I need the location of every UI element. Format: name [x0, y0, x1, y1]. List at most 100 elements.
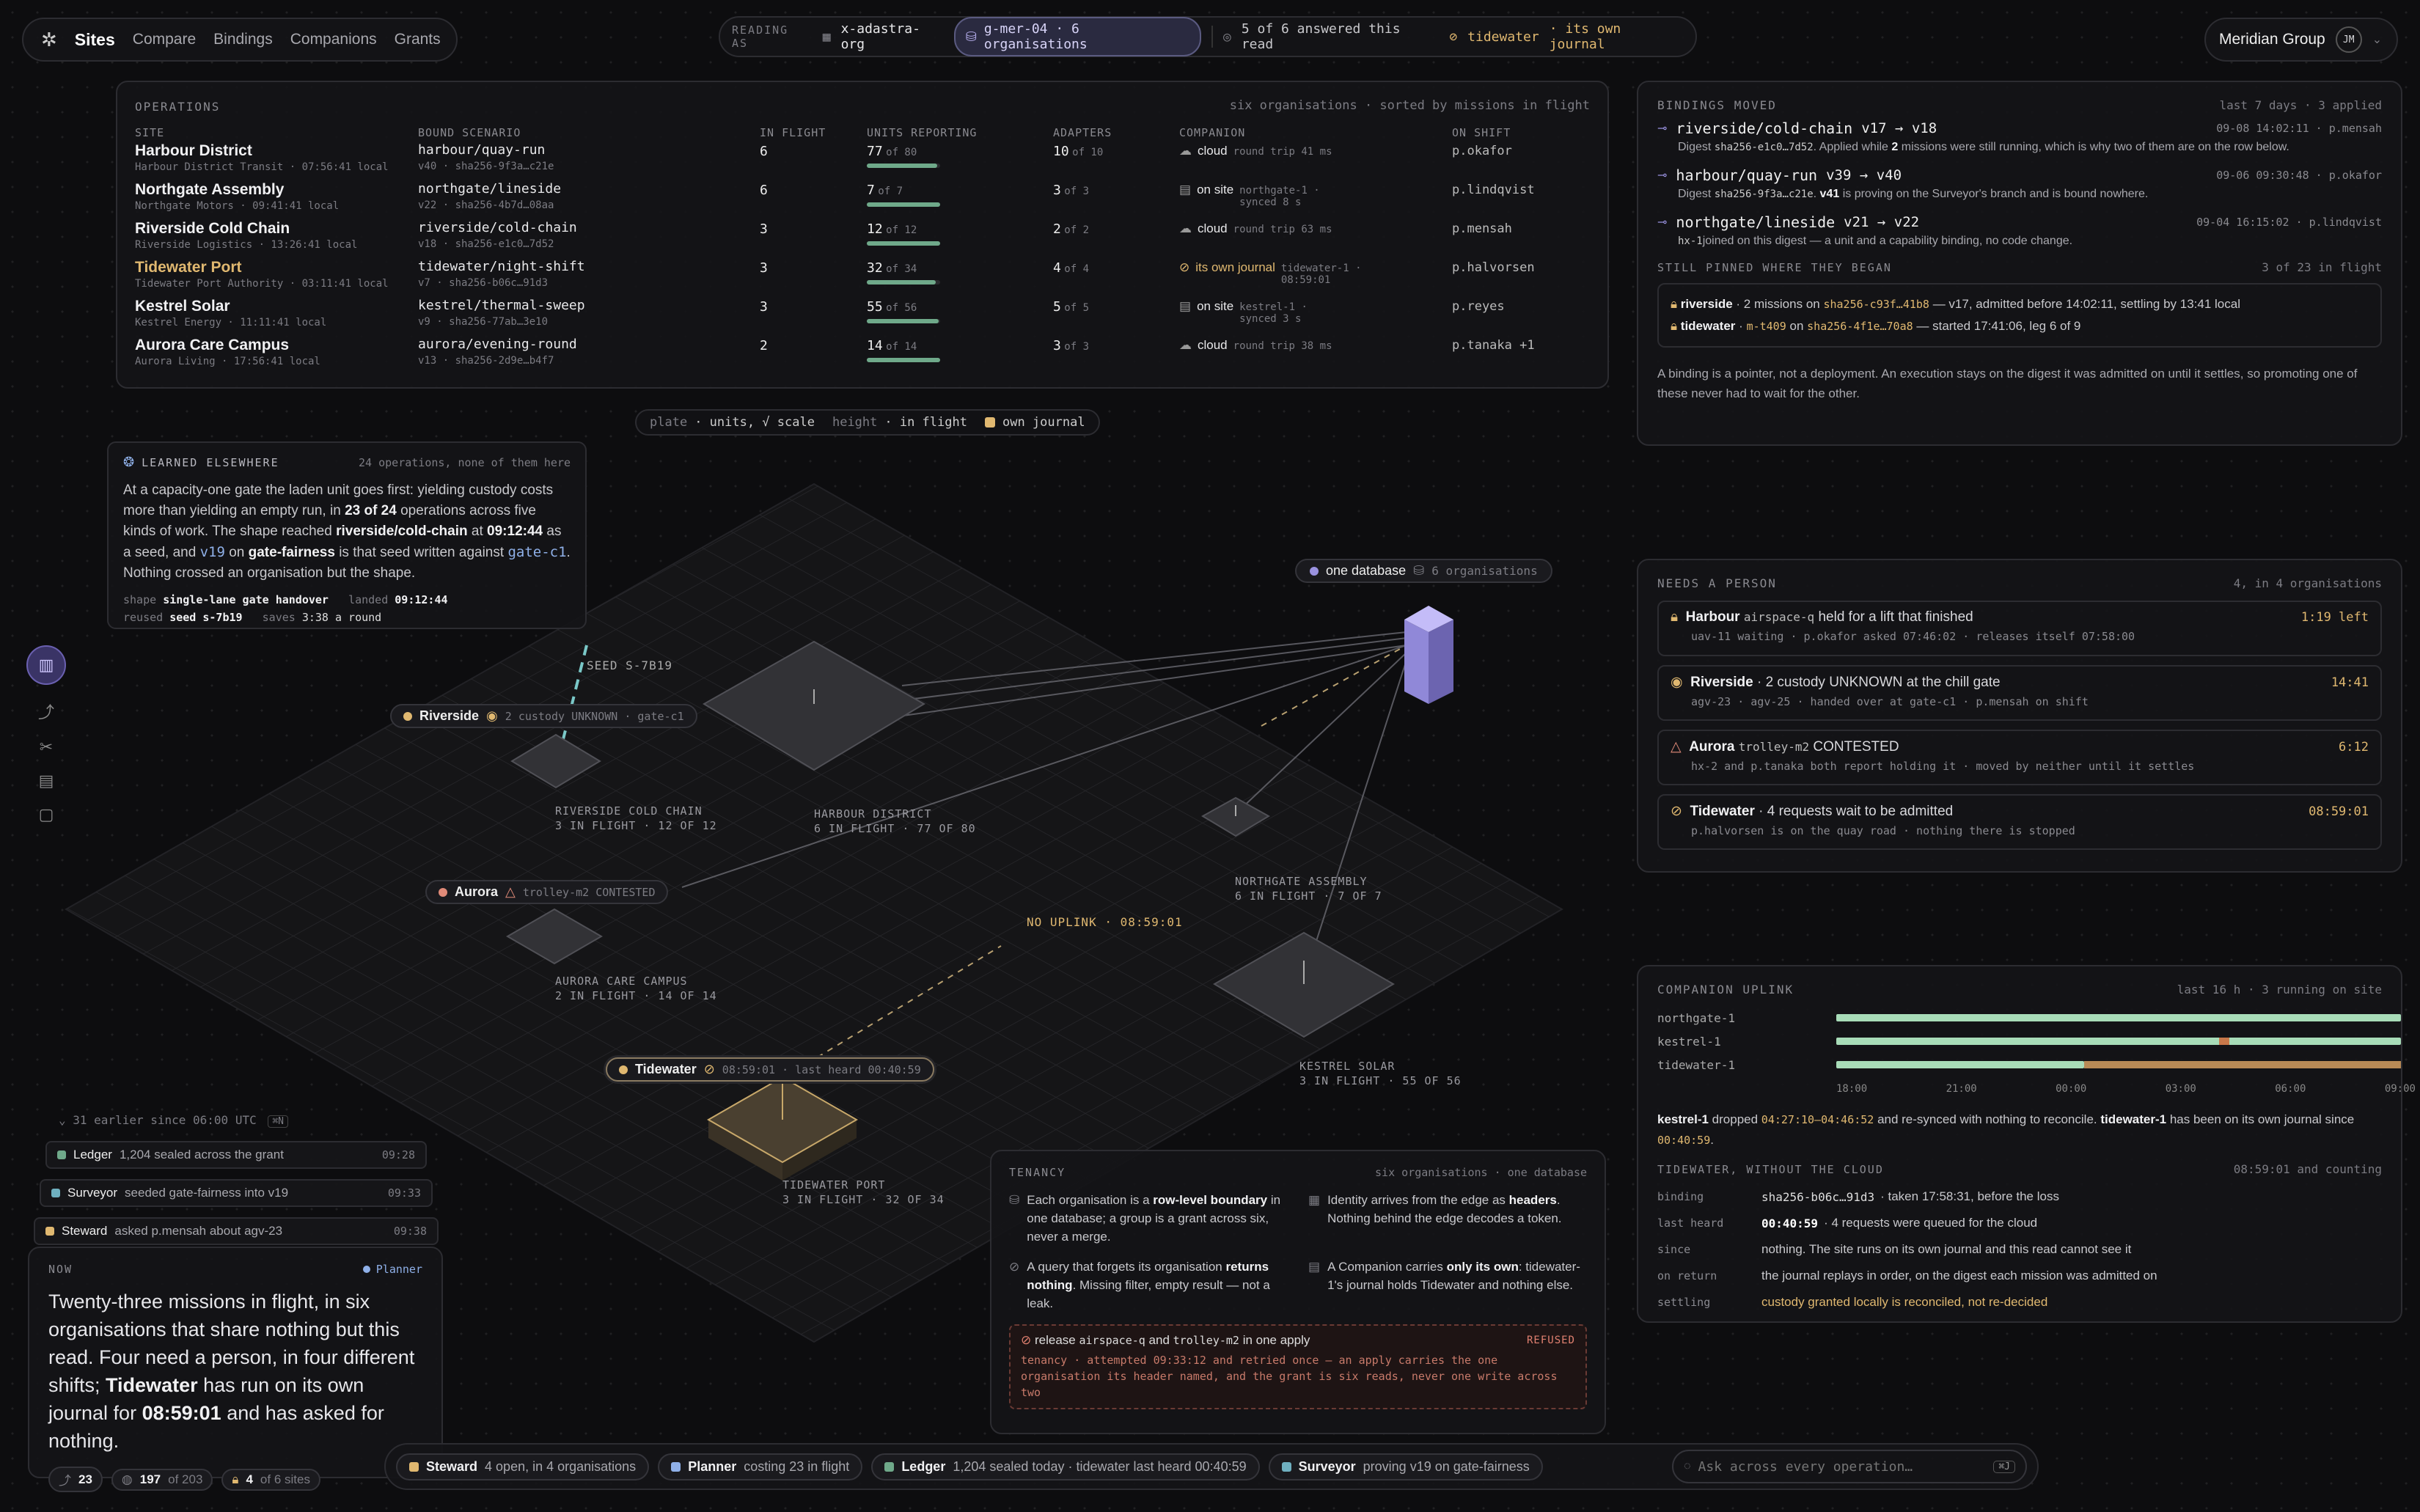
aurora-badge[interactable]: Aurora △ trolley-m2 CONTESTED — [425, 880, 669, 904]
uplink-row-tidewater: tidewater-1 — [1657, 1058, 1735, 1072]
feed-item[interactable]: Steward asked p.mensah about agv-23 09:3… — [34, 1217, 439, 1245]
now-summary: Twenty-three missions in flight, in six … — [48, 1288, 422, 1455]
tenancy-grid: ⛁ Each organisation is a row-level bounda… — [1009, 1191, 1587, 1313]
riverside-name: Riverside — [419, 708, 480, 723]
tw-title: TIDEWATER, WITHOUT THE CLOUD — [1657, 1162, 1884, 1176]
need-time: 6:12 — [2339, 739, 2369, 755]
pinned-1-digest[interactable]: sha256-c93f…41b8 — [1823, 298, 1929, 311]
database-icon: ⛁ — [1009, 1193, 1020, 1207]
feed-key: ⌘N — [268, 1115, 289, 1128]
agent-pill[interactable]: Surveyor proving v19 on gate-fairness — [1268, 1453, 1543, 1480]
n2: dropped — [1712, 1112, 1759, 1126]
pinned-2-digest[interactable]: sha256-4f1e…70a8 — [1807, 320, 1913, 333]
feed-item[interactable]: Ledger 1,204 sealed across the grant 09:… — [45, 1141, 427, 1169]
stat-3: 4 — [246, 1472, 253, 1486]
db-dot — [1310, 566, 1319, 576]
seed-label: SEED S-7B19 — [587, 658, 672, 672]
stat-1: 23 — [78, 1472, 92, 1486]
scissors-icon[interactable]: ✂ — [40, 738, 53, 757]
learned-t5: at — [471, 524, 483, 539]
ask-input[interactable] — [1698, 1458, 1987, 1475]
route-icon[interactable]: ⤴ — [38, 700, 54, 723]
binding-item[interactable]: ⊸ northgate/lineside v21 → v22 09-04 16:15… — [1657, 213, 2382, 250]
feed-item[interactable]: Surveyor seeded gate-fairness into v19 0… — [40, 1179, 433, 1207]
b2: headers — [1508, 1193, 1557, 1207]
uplink-row-northgate: northgate-1 — [1657, 1011, 1735, 1025]
uplink-bar-tidewater-cloud — [1836, 1061, 2084, 1068]
bindings-footnote: A binding is a pointer, not a deployment… — [1657, 367, 2358, 400]
forbidden-icon: ⊘ — [1009, 1260, 1020, 1274]
learned-body: At a capacity-one gate the laden unit go… — [123, 480, 571, 584]
need-item[interactable]: △ Aurora trolley-m2 CONTESTED 6:12 hx-2 … — [1657, 730, 2382, 785]
feed-time: 09:38 — [393, 1225, 427, 1238]
riverside-detail: 2 custody UNKNOWN · gate-c1 — [505, 709, 684, 723]
lock-icon: 🔒︎ — [1671, 319, 1678, 333]
planner-dot — [362, 1266, 370, 1273]
uplink-title: COMPANION UPLINK — [1657, 983, 1794, 997]
db-badge[interactable]: one database ⛁ 6 organisations — [1295, 559, 1552, 583]
refused-detail: tenancy · attempted 09:33:12 and retried… — [1021, 1354, 1558, 1399]
binding-ver: v39 → v40 — [1826, 167, 1902, 183]
uplink-bar-northgate — [1836, 1014, 2401, 1021]
northgate-caption: NORTHGATE ASSEMBLY 6 IN FLIGHT · 7 OF 7 — [1235, 874, 1382, 903]
n1: kestrel-1 — [1657, 1112, 1709, 1126]
uplink-row-kestrel: kestrel-1 — [1657, 1035, 1721, 1049]
trend-icon: ⤴ — [59, 1474, 71, 1488]
binding-item[interactable]: ⊸ harbour/quay-run v39 → v40 09-06 09:30:4… — [1657, 166, 2382, 203]
a2: row-level boundary — [1153, 1193, 1268, 1207]
n5: tidewater-1 — [2100, 1112, 2167, 1126]
feed-text: asked p.mensah about agv-23 — [114, 1224, 283, 1238]
feed-earlier[interactable]: ⌄ 31 earlier since 06:00 UTC ⌘N — [59, 1113, 289, 1128]
stat-missions[interactable]: ⤴ 23 — [48, 1467, 103, 1492]
pinned-2-mission[interactable]: m-t409 — [1747, 320, 1786, 333]
needs-list: 🔒︎ Harbour airspace-q held for a lift th… — [1657, 601, 2382, 850]
tick-2: 00:00 — [2056, 1083, 2087, 1095]
agent-text: proving v19 on gate-fairness — [1363, 1458, 1530, 1474]
pinned-2-name[interactable]: tidewater — [1681, 319, 1736, 333]
need-name: Aurora — [1689, 739, 1735, 755]
need-sub: agv-23 · agv-25 · handed over at gate-c1… — [1691, 695, 2089, 708]
saves-label: saves — [262, 611, 296, 624]
learned-meta: 24 operations, none of them here — [359, 455, 571, 469]
stat-units[interactable]: ◍ 197 of 203 — [111, 1468, 213, 1491]
aurora-name: Aurora — [455, 884, 499, 899]
pinned-title: STILL PINNED WHERE THEY BEGAN — [1657, 260, 1892, 274]
stat-2b: of 203 — [168, 1472, 203, 1486]
tw-kv-row: binding sha256-b06c…91d3 · taken 17:58:3… — [1657, 1183, 2382, 1210]
tw-meta: 08:59:01 and counting — [2233, 1162, 2382, 1176]
n7: 00:40:59 — [1657, 1134, 1711, 1147]
clipboard-icon[interactable]: ▤ — [39, 771, 54, 790]
binding-item[interactable]: ⊸ riverside/cold-chain v17 → v18 09-08 14:… — [1657, 120, 2382, 156]
need-icon: ◉ — [1671, 675, 1683, 690]
ask-box[interactable]: ◌ ⌘J — [1672, 1450, 2027, 1483]
need-item[interactable]: ◉ Riverside · 2 custody UNKNOWN at the c… — [1657, 665, 2382, 721]
pinned-2-t1: · — [1739, 319, 1743, 333]
aurora-caption: AURORA CARE CAMPUS 2 IN FLIGHT · 14 OF 1… — [555, 974, 717, 1003]
shape-label: shape — [123, 593, 157, 606]
need-item[interactable]: 🔒︎ Harbour airspace-q held for a lift th… — [1657, 601, 2382, 656]
tick-5: 09:00 — [2384, 1083, 2416, 1095]
stat-sites[interactable]: 🔒︎ 4 of 6 sites — [221, 1468, 320, 1491]
learned-t2: 23 of 24 — [345, 503, 397, 518]
tidewater-caption-1: TIDEWATER PORT — [782, 1178, 886, 1192]
binding-name: harbour/quay-run — [1676, 166, 1818, 184]
tidewater-badge[interactable]: Tidewater ⊘ 08:59:01 · last heard 00:40:… — [606, 1057, 934, 1082]
document-icon[interactable]: ▢ — [39, 805, 54, 824]
lock-icon: 🔒︎ — [232, 1472, 239, 1486]
tenancy-title: TENANCY — [1009, 1166, 1066, 1179]
riverside-badge[interactable]: Riverside ◉ 2 custody UNKNOWN · gate-c1 — [390, 704, 697, 728]
need-item[interactable]: ⊘ Tidewater · 4 requests wait to be admi… — [1657, 794, 2382, 850]
id-card-icon: ▦ — [1308, 1193, 1321, 1207]
now-t4: 08:59:01 — [142, 1402, 221, 1424]
db-tower-left — [1404, 620, 1429, 704]
agent-pill[interactable]: Steward 4 open, in 4 organisations — [396, 1453, 650, 1480]
agent-pill[interactable]: Planner costing 23 in flight — [658, 1453, 863, 1480]
tool-rail: ▥ ⤴ ✂ ▤ ▢ — [22, 645, 70, 858]
agent-pill[interactable]: Ledger 1,204 sealed today · tidewater la… — [871, 1453, 1260, 1480]
map-view-icon[interactable]: ▥ — [26, 645, 66, 685]
pinned-1-name[interactable]: riverside — [1681, 297, 1733, 311]
uplink-gap-kestrel — [2219, 1038, 2229, 1045]
harbour-caption: HARBOUR DISTRICT 6 IN FLIGHT · 77 OF 80 — [814, 807, 976, 836]
tw-k: binding — [1657, 1190, 1704, 1203]
reused-value: seed s-7b19 — [169, 611, 243, 624]
